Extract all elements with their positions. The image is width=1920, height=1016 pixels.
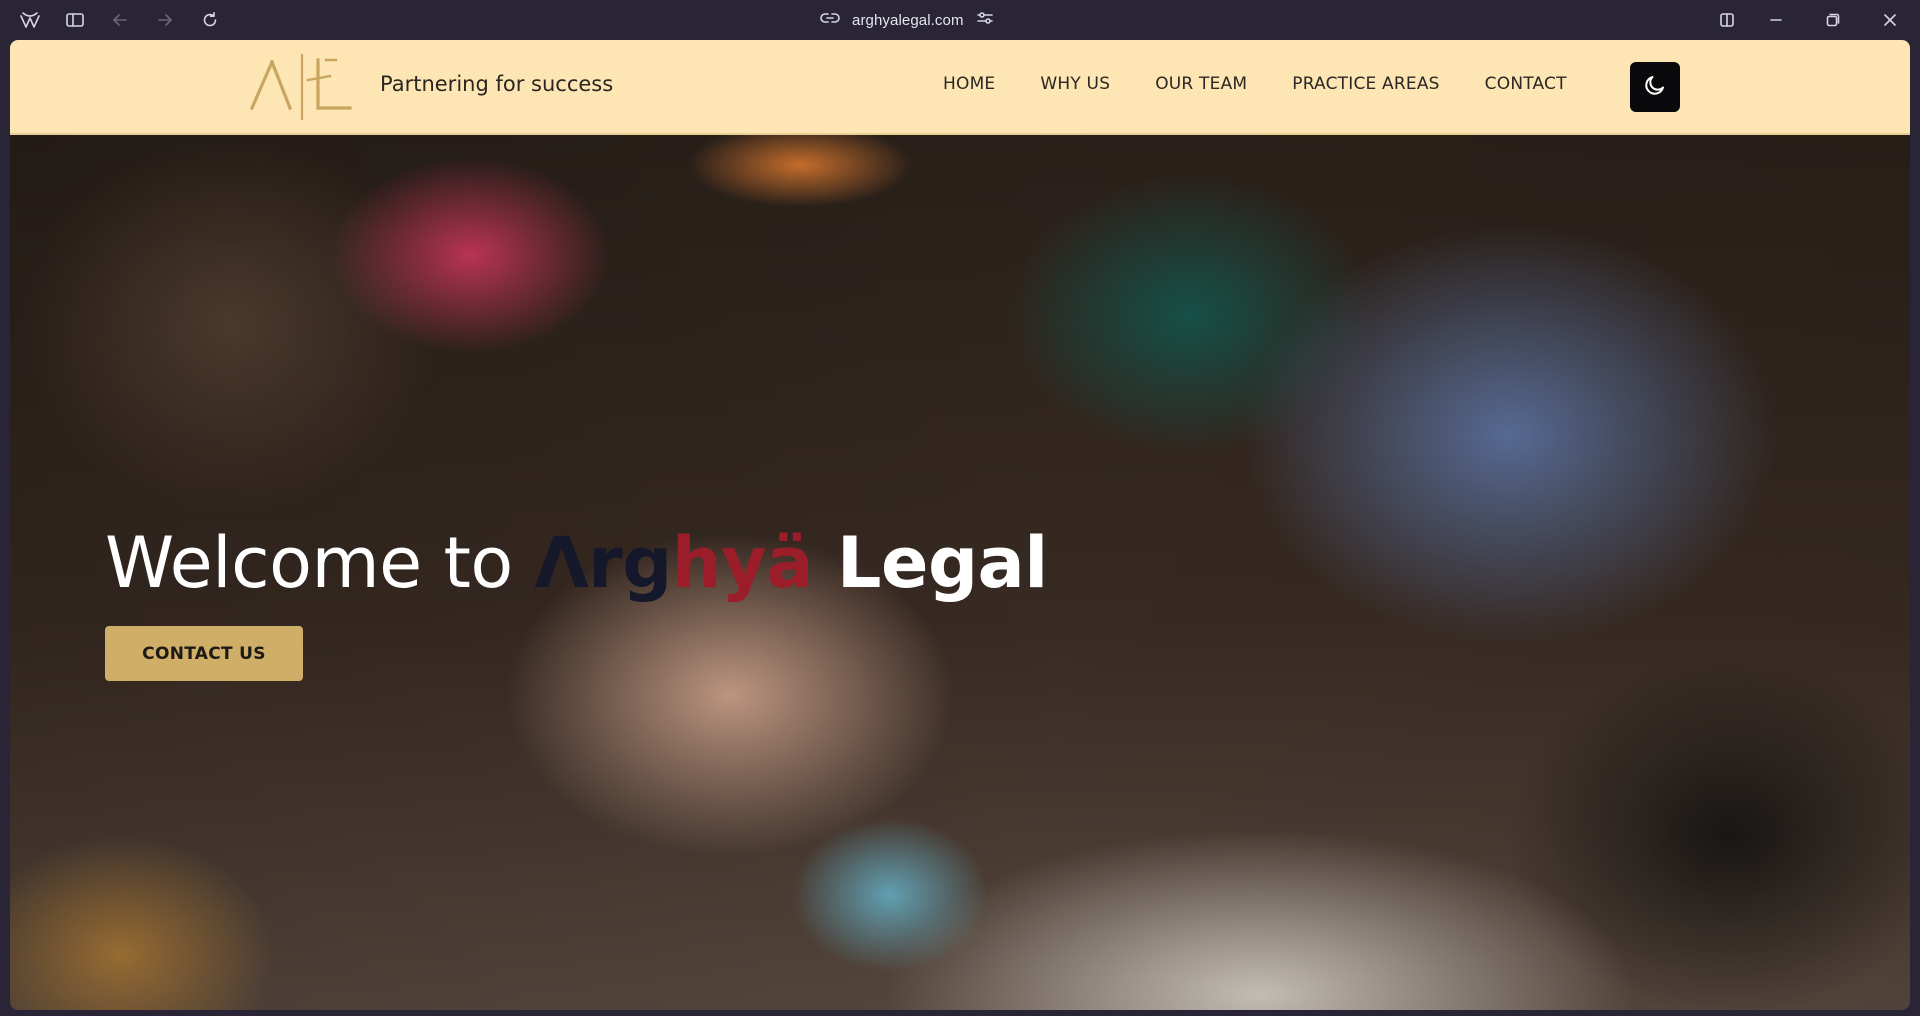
split-view-icon[interactable] [1714, 8, 1740, 32]
restore-icon[interactable] [1820, 8, 1846, 32]
hero-brand-part-3: Legal [813, 522, 1048, 604]
minimize-icon[interactable] [1763, 8, 1789, 32]
hero-section: Welcome to Λrghyä Legal CONTACT US [10, 135, 1910, 1010]
contact-us-button[interactable]: CONTACT US [105, 626, 303, 681]
nav-practice-areas[interactable]: PRACTICE AREAS [1292, 74, 1439, 94]
site-header: Partnering for success HOME WHY US OUR T… [10, 40, 1910, 135]
nav-our-team[interactable]: OUR TEAM [1155, 74, 1247, 94]
forward-icon[interactable] [152, 8, 178, 32]
nav-contact[interactable]: CONTACT [1485, 74, 1567, 94]
hero-title-prefix: Welcome to [105, 522, 535, 604]
theme-toggle-button[interactable] [1630, 62, 1680, 112]
close-icon[interactable] [1877, 8, 1903, 32]
app-logo-icon[interactable] [17, 8, 43, 32]
hero-brand-part-1: Λrg [534, 522, 672, 604]
link-icon [820, 11, 840, 30]
nav-why-us[interactable]: WHY US [1040, 74, 1110, 94]
nav-home[interactable]: HOME [943, 74, 995, 94]
address-bar[interactable]: arghyalegal.com [820, 8, 1020, 32]
main-nav: HOME WHY US OUR TEAM PRACTICE AREAS CONT… [943, 74, 1567, 94]
site-tagline: Partnering for success [380, 72, 614, 96]
hero-title: Welcome to Λrghyä Legal [105, 520, 1048, 606]
moon-icon [1643, 73, 1667, 102]
hero-brand-part-2: hyä [671, 522, 814, 604]
browser-toolbar: arghyalegal.com [0, 0, 1920, 40]
back-icon[interactable] [107, 8, 133, 32]
url-text[interactable]: arghyalegal.com [852, 12, 964, 29]
sidebar-toggle-icon[interactable] [62, 8, 88, 32]
site-logo[interactable] [246, 52, 358, 122]
reload-icon[interactable] [197, 8, 223, 32]
page-viewport: Partnering for success HOME WHY US OUR T… [10, 40, 1910, 1010]
site-settings-icon[interactable] [976, 10, 994, 31]
hero-content: Welcome to Λrghyä Legal CONTACT US [105, 520, 1048, 681]
